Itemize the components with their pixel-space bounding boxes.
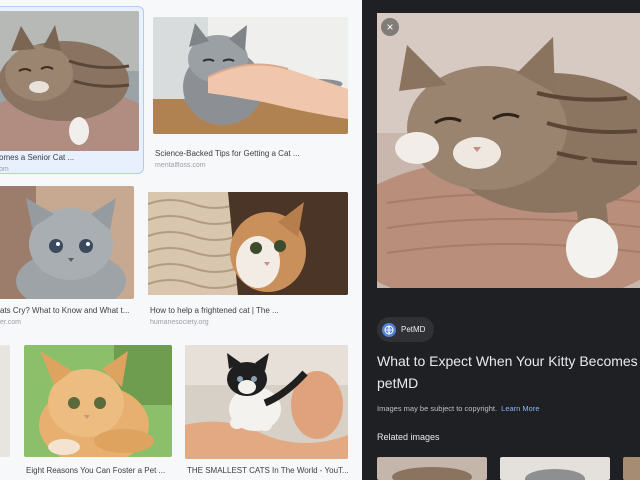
result-title[interactable]: THE SMALLEST CATS In The World - YouT... (187, 466, 350, 475)
close-icon[interactable]: × (381, 18, 399, 36)
related-images-heading: Related images (377, 432, 440, 442)
preview-image-sleeping-cat[interactable] (377, 13, 640, 288)
result-image-grey-cat-hand[interactable] (153, 17, 348, 134)
result-source: humanesociety.org (150, 319, 209, 326)
copyright-notice: Images may be subject to copyright. Lear… (377, 404, 540, 413)
related-image-2[interactable] (500, 457, 610, 480)
preview-title[interactable]: What to Expect When Your Kitty Becomes a… (377, 353, 640, 369)
image-preview-panel: × PetMD What to Expect When Your Kitty B… (362, 0, 640, 480)
result-image-sleeping-tabby[interactable] (0, 11, 139, 151)
result-image-orange-kitten[interactable] (24, 345, 172, 457)
result-source: mentalfloss.com (155, 162, 206, 169)
result-tile-partial[interactable] (0, 345, 10, 457)
result-image-partial[interactable] (0, 345, 10, 457)
source-site-name: PetMD (401, 325, 426, 334)
image-results-grid: omes a Senior Cat ... om Science-Backed … (0, 0, 362, 480)
result-tile-foster-pet[interactable]: Eight Reasons You Can Foster a Pet ... (24, 345, 172, 480)
result-tile-cats-cry[interactable]: ats Cry? What to Know and What t... er.c… (0, 186, 134, 331)
result-image-tiny-kitten[interactable] (185, 345, 348, 459)
result-title[interactable]: Science-Backed Tips for Getting a Cat ..… (155, 149, 345, 158)
result-image-grey-kitten[interactable] (0, 186, 134, 299)
result-title[interactable]: How to help a frightened cat | The ... (150, 306, 346, 315)
result-source: om (0, 166, 9, 173)
result-tile-frightened-cat[interactable]: How to help a frightened cat | The ... h… (148, 192, 348, 330)
result-tile-tips-cat[interactable]: Science-Backed Tips for Getting a Cat ..… (153, 17, 348, 177)
result-tile-senior-cat[interactable]: omes a Senior Cat ... om (0, 6, 144, 174)
related-image-3[interactable] (623, 457, 640, 480)
result-title[interactable]: ats Cry? What to Know and What t... (0, 306, 130, 315)
source-site-chip[interactable]: PetMD (377, 317, 435, 342)
preview-title-site[interactable]: petMD (377, 372, 640, 394)
result-title[interactable]: Eight Reasons You Can Foster a Pet ... (26, 466, 172, 475)
result-source: er.com (0, 319, 22, 326)
globe-icon (382, 322, 396, 337)
result-tile-smallest-cats[interactable]: THE SMALLEST CATS In The World - YouT... (185, 345, 350, 480)
copyright-text: Images may be subject to copyright. (377, 404, 498, 413)
preview-title-link[interactable]: What to Expect When Your Kitty Becomes a… (377, 350, 640, 394)
result-title[interactable]: omes a Senior Cat ... (0, 153, 139, 162)
learn-more-link[interactable]: Learn More (501, 404, 539, 413)
related-image-1[interactable] (377, 457, 487, 480)
result-image-kitten-basket[interactable] (148, 192, 348, 295)
